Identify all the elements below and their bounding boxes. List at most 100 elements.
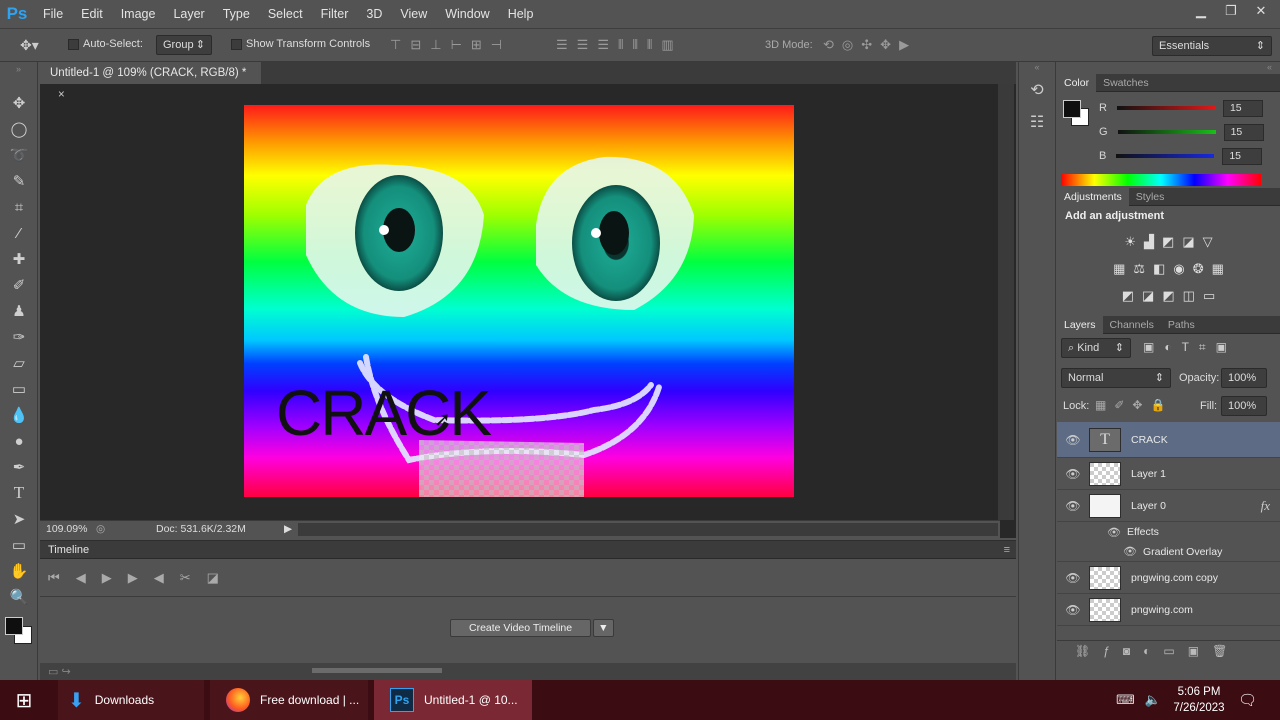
3d-pan-icon[interactable]: ✣ bbox=[861, 37, 880, 53]
3d-mode-icons[interactable]: ⟲◎✣✥▶ bbox=[823, 37, 917, 53]
zoom-level[interactable]: 109.09% bbox=[46, 521, 87, 538]
pen-tool-icon[interactable]: ✒ bbox=[0, 454, 38, 480]
history-brush-icon[interactable]: ✑ bbox=[0, 324, 38, 350]
zoom-tool-icon[interactable]: 🔍 bbox=[0, 584, 38, 610]
3d-rotate-icon[interactable]: ⟲ bbox=[823, 37, 842, 53]
layer-visibility-icon[interactable]: 👁 bbox=[1057, 433, 1089, 447]
black-white-icon[interactable]: ◧ bbox=[1153, 261, 1165, 277]
layer-visibility-icon[interactable]: 👁 bbox=[1057, 467, 1089, 481]
layer-row-pngwing-copy[interactable]: 👁 pngwing.com copy bbox=[1057, 562, 1280, 594]
menu-window[interactable]: Window bbox=[436, 0, 498, 28]
menu-layer[interactable]: Layer bbox=[164, 0, 213, 28]
3d-roll-icon[interactable]: ◎ bbox=[842, 37, 861, 53]
align-top-icon[interactable]: ⊤ bbox=[390, 37, 410, 53]
show-transform-checkbox[interactable]: Show Transform Controls bbox=[231, 38, 370, 50]
close-button[interactable]: ✕ bbox=[1248, 2, 1274, 20]
menu-3d[interactable]: 3D bbox=[357, 0, 391, 28]
timeline-title[interactable]: Timeline bbox=[48, 544, 89, 556]
foreground-color-swatch[interactable] bbox=[5, 617, 23, 635]
invert-icon[interactable]: ◩ bbox=[1122, 288, 1134, 304]
quick-select-tool-icon[interactable]: ✎ bbox=[0, 168, 38, 194]
minimize-button[interactable]: ▁ bbox=[1188, 2, 1214, 20]
color-lookup-icon[interactable]: ▦ bbox=[1212, 261, 1224, 277]
crop-tool-icon[interactable]: ⌗ bbox=[0, 194, 38, 220]
gradient-overlay-row[interactable]: 👁 Gradient Overlay bbox=[1057, 542, 1280, 562]
next-frame-icon[interactable]: ▶ bbox=[128, 570, 138, 586]
layer-visibility-icon[interactable]: 👁 bbox=[1057, 571, 1089, 585]
strip-collapse-icon[interactable]: « bbox=[1019, 62, 1055, 74]
layer-row-layer-1[interactable]: 👁 Layer 1 bbox=[1057, 458, 1280, 490]
gradient-tool-icon[interactable]: ▭ bbox=[0, 376, 38, 402]
align-bottom-icon[interactable]: ⊥ bbox=[430, 37, 450, 53]
gradient-overlay-visibility-icon[interactable]: 👁 bbox=[1123, 545, 1137, 558]
auto-select-checkbox[interactable]: Auto-Select: bbox=[68, 38, 143, 50]
red-slider[interactable] bbox=[1116, 106, 1215, 110]
green-slider[interactable] bbox=[1117, 130, 1216, 134]
clone-stamp-icon[interactable]: ♟ bbox=[0, 298, 38, 324]
threshold-icon[interactable]: ◩ bbox=[1162, 288, 1174, 304]
status-menu-arrow-icon[interactable]: ▶ bbox=[284, 521, 292, 538]
layer-filter-dropdown[interactable]: ⌕ Kind ⇕ bbox=[1061, 338, 1131, 358]
layer-effects-fx-icon[interactable]: fx bbox=[1261, 498, 1270, 514]
timeline-zoom-slider[interactable] bbox=[312, 668, 442, 673]
menu-type[interactable]: Type bbox=[214, 0, 259, 28]
restore-button[interactable]: ❐ bbox=[1218, 2, 1244, 20]
timeline-footer-icon[interactable]: ▭ ↪ bbox=[48, 665, 71, 678]
tab-layers[interactable]: Layers bbox=[1057, 315, 1103, 334]
blur-tool-icon[interactable]: 💧 bbox=[0, 402, 38, 428]
opacity-input[interactable]: 100% bbox=[1221, 368, 1267, 388]
horizontal-scrollbar[interactable] bbox=[298, 523, 998, 536]
color-spectrum-bar[interactable] bbox=[1061, 174, 1261, 186]
tab-color[interactable]: Color bbox=[1057, 73, 1097, 92]
menu-help[interactable]: Help bbox=[499, 0, 543, 28]
layers-footer-icons[interactable]: ⛓ƒ◙◐▭▣🗑 bbox=[1057, 640, 1280, 662]
document-tab-close-icon[interactable]: × bbox=[58, 89, 65, 101]
tab-adjustments[interactable]: Adjustments bbox=[1057, 187, 1129, 206]
taskbar-photoshop[interactable]: Ps Untitled-1 @ 10... bbox=[374, 680, 532, 720]
taskbar-firefox[interactable]: Free download | ... bbox=[210, 680, 368, 720]
red-value[interactable]: 15 bbox=[1222, 99, 1263, 117]
network-icon[interactable]: ⌨ bbox=[1116, 692, 1135, 708]
layer-visibility-icon[interactable]: 👁 bbox=[1057, 499, 1089, 513]
3d-scale-icon[interactable]: ▶ bbox=[899, 37, 917, 53]
properties-panel-icon[interactable]: ☷ bbox=[1019, 106, 1055, 138]
first-frame-icon[interactable]: ⏮ bbox=[48, 570, 60, 586]
hand-tool-icon[interactable]: ✋ bbox=[0, 558, 38, 584]
photo-filter-icon[interactable]: ◉ bbox=[1173, 261, 1184, 277]
document-tab[interactable]: Untitled-1 @ 109% (CRACK, RGB/8) * × bbox=[40, 62, 262, 101]
vibrance-icon[interactable]: ▽ bbox=[1203, 234, 1213, 250]
move-tool-icon[interactable]: ✥ bbox=[0, 90, 38, 116]
status-info-icon[interactable]: ◎ bbox=[96, 521, 105, 538]
distribute-left-icon[interactable]: ⫴ bbox=[618, 37, 632, 53]
taskbar-downloads[interactable]: ⬇ Downloads bbox=[58, 680, 204, 720]
windows-start-icon[interactable]: ⊞ bbox=[0, 680, 48, 720]
panel-collapse-icon[interactable]: » bbox=[0, 62, 37, 90]
notifications-icon[interactable]: 🗨 bbox=[1238, 680, 1258, 720]
right-collapse-icon[interactable]: « bbox=[1057, 62, 1280, 74]
distribute-center-icon[interactable]: ⫴ bbox=[632, 37, 646, 53]
tab-channels[interactable]: Channels bbox=[1103, 316, 1161, 334]
eyedropper-tool-icon[interactable]: ⁄ bbox=[0, 220, 38, 246]
color-swatches[interactable] bbox=[0, 610, 37, 650]
blue-slider[interactable] bbox=[1116, 154, 1215, 158]
distribute-bottom-icon[interactable]: ☰ bbox=[597, 37, 618, 53]
tab-styles[interactable]: Styles bbox=[1129, 188, 1172, 206]
workspace-dropdown[interactable]: Essentials ⇕ bbox=[1152, 36, 1272, 56]
layer-row-pngwing[interactable]: 👁 pngwing.com bbox=[1057, 594, 1280, 626]
shape-tool-icon[interactable]: ▭ bbox=[0, 532, 38, 558]
path-select-icon[interactable]: ➤ bbox=[0, 506, 38, 532]
align-middle-icon[interactable]: ⊟ bbox=[410, 37, 430, 53]
menu-select[interactable]: Select bbox=[259, 0, 312, 28]
gradient-map-icon[interactable]: ▭ bbox=[1203, 288, 1215, 304]
exposure-icon[interactable]: ◪ bbox=[1182, 234, 1194, 250]
align-right-icon[interactable]: ⊣ bbox=[491, 37, 511, 53]
split-icon[interactable]: ✂ bbox=[180, 570, 191, 586]
move-tool-preset-icon[interactable]: ✥▾ bbox=[20, 37, 39, 54]
layer-row-layer-0[interactable]: 👁 Layer 0 fx bbox=[1057, 490, 1280, 522]
volume-icon[interactable]: 🔈 bbox=[1145, 692, 1161, 708]
distribute-icons[interactable]: ☰☰☰⫴⫴⫴▥ bbox=[556, 37, 683, 53]
canvas-text-layer[interactable]: CRACK bbox=[276, 375, 492, 451]
auto-align-icon[interactable]: ▥ bbox=[661, 37, 682, 53]
brightness-icon[interactable]: ☀ bbox=[1124, 234, 1136, 250]
type-tool-icon[interactable]: T bbox=[0, 480, 38, 506]
